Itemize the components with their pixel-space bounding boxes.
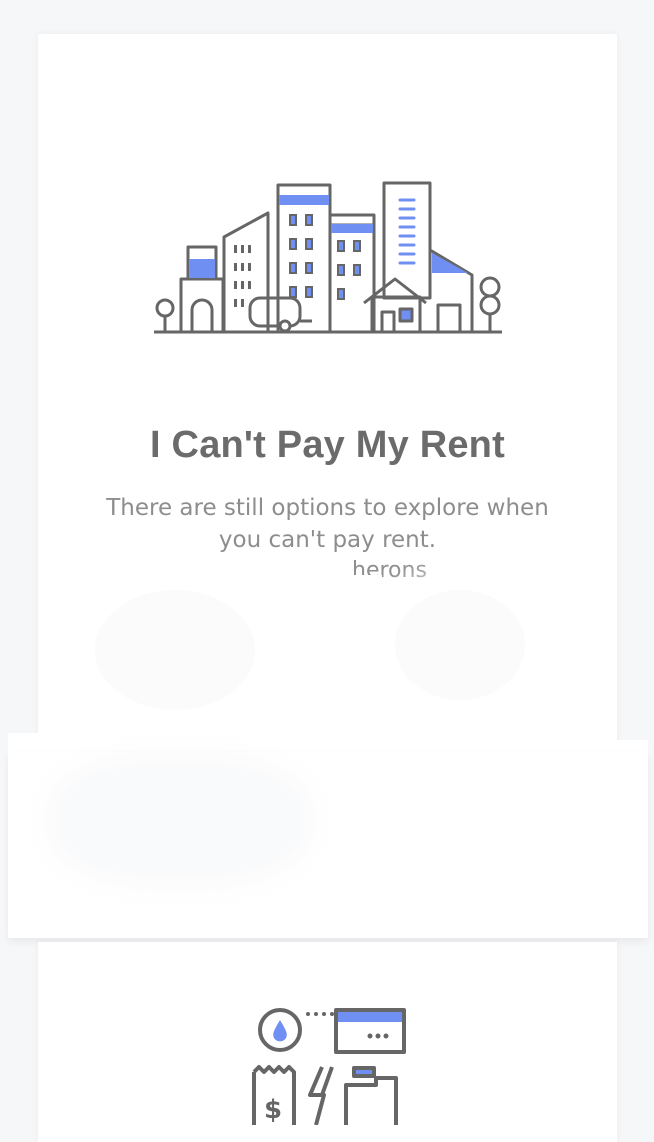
utility-bills-icon: $ xyxy=(252,1008,406,1125)
card-title: I Can't Pay My Rent xyxy=(150,424,505,466)
occlusion-blob xyxy=(60,765,300,875)
city-buildings-icon xyxy=(154,181,502,334)
card-subtitle: There are still options to explore when … xyxy=(106,495,549,553)
occlusion-blob xyxy=(95,590,255,710)
occlusion-blob xyxy=(395,590,525,700)
overlay-panel xyxy=(265,575,382,755)
svg-text:$: $ xyxy=(264,1095,282,1125)
